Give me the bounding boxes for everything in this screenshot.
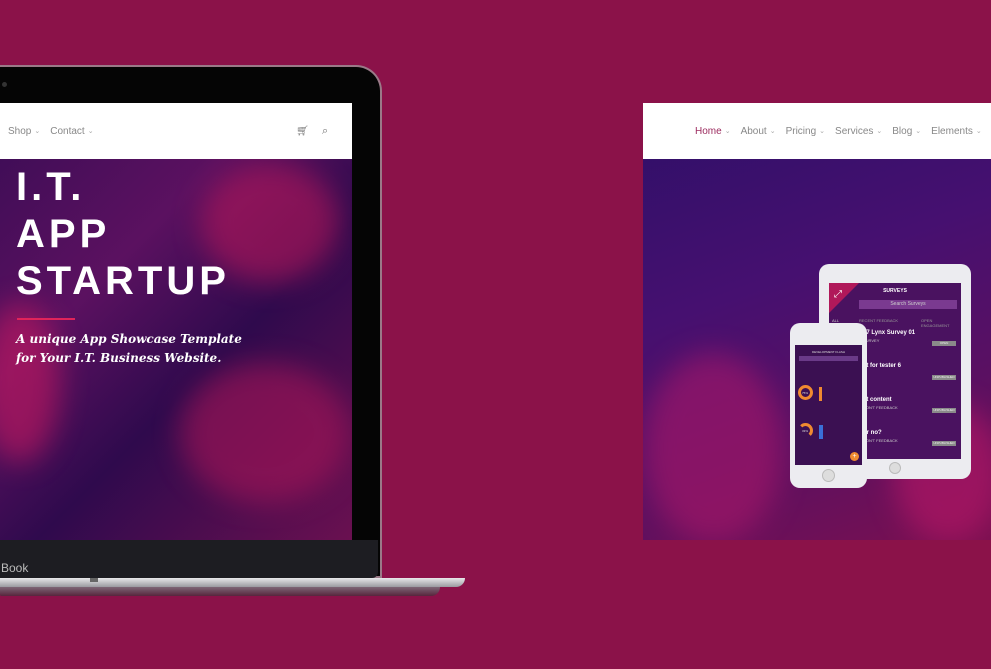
survey-button: OPEN — [932, 341, 956, 346]
laptop-brand-label: Book — [1, 561, 29, 575]
chevron-down-icon: ⌄ — [819, 128, 826, 135]
survey-button: UNPUBLISHED — [932, 441, 956, 446]
tablet-title: SURVEYS — [883, 288, 907, 294]
nav-label: Blog — [892, 125, 913, 137]
site-nav: Home ⌄ About ⌄ Pricing ⌄ Services ⌄ Blog ⌄ El… — [643, 103, 991, 159]
hero-title: I.T. APP STARTUP — [16, 164, 230, 305]
nav-about[interactable]: About ⌄ — [741, 126, 776, 137]
phone-title: DEVELOPMENT FLASH — [811, 350, 846, 354]
cart-icon[interactable]: 🛒︎ — [296, 126, 309, 137]
home-button — [822, 469, 835, 482]
chevron-down-icon: ⌄ — [915, 128, 922, 135]
nav-label: Pricing — [785, 125, 817, 137]
tablet-tab: RECENT FEEDBACK — [859, 318, 899, 323]
add-icon: + — [850, 452, 859, 461]
survey-sub: DON'T FEEDBACK — [863, 438, 898, 443]
chevron-down-icon: ⌄ — [87, 128, 94, 135]
survey-sub: DON'T FEEDBACK — [863, 405, 898, 410]
hero-title-line: APP — [16, 212, 111, 256]
survey-title: 27 Lynx Survey 01 — [863, 330, 916, 336]
home-button — [889, 462, 901, 474]
nav-home[interactable]: Home ⌄ — [695, 126, 731, 137]
phone-search — [799, 356, 858, 361]
nav-label: Contact — [50, 125, 85, 137]
nav-label: Elements — [931, 125, 973, 137]
progress-value: 33% — [802, 429, 809, 433]
hero-title-line: STARTUP — [16, 259, 230, 303]
hero-subtitle: A unique App Showcase Template for Your … — [16, 330, 242, 368]
laptop-notch — [90, 578, 98, 582]
chevron-down-icon: ⌄ — [724, 128, 731, 135]
survey-title: st for tester 6 — [863, 363, 902, 369]
tablet-tab: OPEN ENGAGEMENT — [921, 318, 950, 328]
nav-blog[interactable]: Blog ⌄ — [892, 126, 921, 137]
search-icon[interactable]: ⌕ — [322, 125, 328, 138]
chevron-down-icon: ⌄ — [975, 128, 982, 135]
hero-title-line: I.T. — [16, 165, 86, 209]
nav-label: Home — [695, 125, 722, 137]
bar — [819, 425, 823, 439]
hero-subtitle-line: A unique App Showcase Template — [16, 332, 242, 346]
nav-elements[interactable]: Elements ⌄ — [931, 126, 982, 137]
chevron-down-icon: ⌄ — [34, 128, 41, 135]
hero-divider — [17, 318, 75, 320]
nav-services[interactable]: Services ⌄ — [835, 126, 882, 137]
progress-value: 75% — [802, 391, 809, 395]
hero-subtitle-line: for Your I.T. Business Website. — [16, 351, 222, 365]
bar — [819, 387, 822, 401]
nav-contact[interactable]: Contact ⌄ — [50, 126, 93, 137]
nav-label: Shop — [8, 125, 32, 137]
nav-label: About — [740, 125, 767, 137]
laptop-nav: Shop ⌄ Contact ⌄ 🛒︎ ⌕ — [0, 103, 352, 159]
nav-pricing[interactable]: Pricing ⌄ — [786, 126, 825, 137]
nav-shop[interactable]: Shop ⌄ — [8, 126, 40, 137]
laptop-base-shadow — [0, 587, 440, 596]
laptop-base — [0, 578, 465, 587]
survey-button: UNPUBLISHED — [932, 375, 956, 380]
chevron-down-icon: ⌄ — [876, 128, 883, 135]
survey-title: st content — [863, 397, 892, 403]
survey-button: UNPUBLISHED — [932, 408, 956, 413]
laptop-chin — [0, 540, 378, 578]
laptop-camera — [2, 82, 7, 87]
nav-label: Services — [835, 125, 874, 137]
tablet-search: Search Surveys — [859, 300, 957, 309]
phone-screen: DEVELOPMENT FLASH 75% 33% + — [795, 345, 862, 465]
chevron-down-icon: ⌄ — [769, 128, 776, 135]
